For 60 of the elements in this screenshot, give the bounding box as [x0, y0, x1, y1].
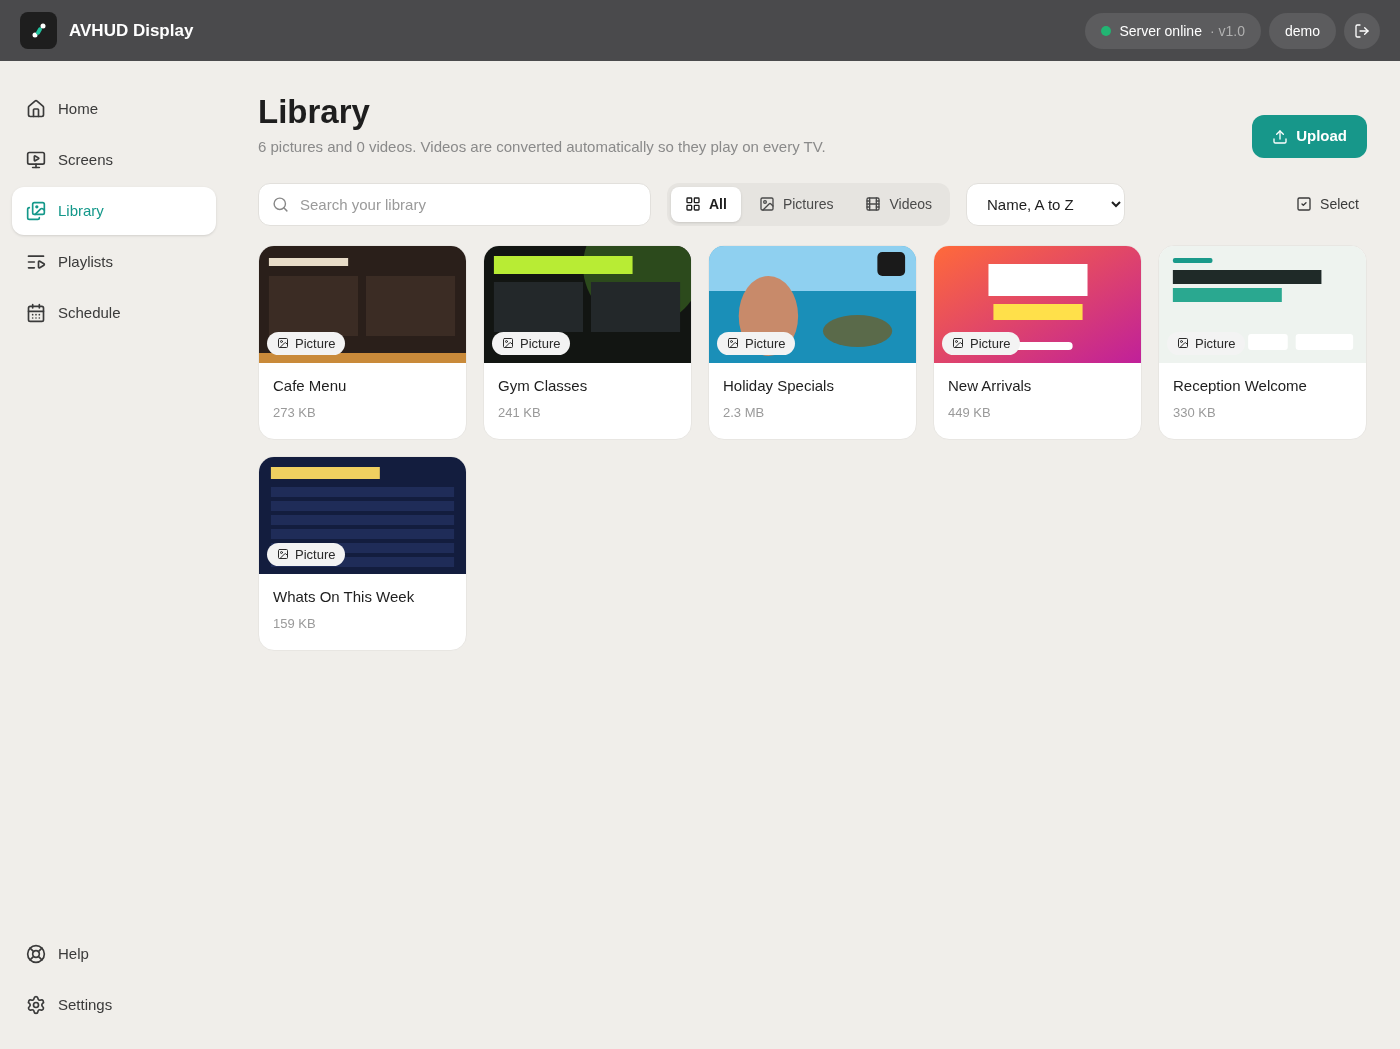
media-card[interactable]: Picture Cafe Menu 273 KB: [258, 244, 467, 440]
page-title: Library: [258, 92, 371, 132]
sidebar-item[interactable]: Library: [12, 187, 216, 235]
images-icon: [26, 201, 46, 221]
media-card[interactable]: Picture Reception Welcome 330 KB: [1158, 244, 1367, 440]
filter-tab[interactable]: Pictures: [744, 186, 848, 222]
monitor-icon: [26, 150, 46, 170]
upload-button[interactable]: Upload: [1252, 115, 1367, 158]
sidebar-item[interactable]: Playlists: [12, 238, 216, 286]
user-button[interactable]: demo: [1268, 12, 1336, 49]
media-card[interactable]: Picture Whats On This Week 159 KB: [258, 455, 467, 651]
sidebar-item[interactable]: Help: [12, 930, 216, 978]
media-card[interactable]: Picture Gym Classes 241 KB: [483, 244, 692, 440]
card-title: Whats On This Week: [273, 586, 416, 607]
logout-button[interactable]: [1344, 12, 1380, 49]
file-size: 2.3 MB: [723, 404, 766, 423]
filter-tab[interactable]: Videos: [851, 186, 947, 222]
settings-icon: [26, 995, 46, 1015]
file-size: 159 KB: [273, 615, 317, 634]
card-title: Cafe Menu: [273, 375, 348, 396]
filter-tab[interactable]: All: [671, 186, 741, 222]
image-icon: [952, 337, 964, 350]
film-icon: [865, 196, 882, 213]
search-field[interactable]: Search your library: [258, 182, 651, 226]
grid-icon: [685, 196, 701, 213]
card-title: Reception Welcome: [1173, 375, 1308, 396]
media-card[interactable]: Picture Holiday Specials 2.3 MB: [708, 244, 917, 440]
lifebuoy-icon: [26, 944, 46, 964]
card-title: Holiday Specials: [723, 375, 835, 396]
sidebar-item[interactable]: Screens: [12, 136, 216, 184]
image-icon: [277, 548, 289, 561]
status-text: Server online: [1119, 21, 1202, 41]
file-size: 273 KB: [273, 404, 317, 423]
logo-icon: [20, 12, 57, 49]
checkbox-icon: [1296, 196, 1313, 213]
sidebar-item[interactable]: Home: [12, 85, 216, 133]
card-title: New Arrivals: [948, 375, 1033, 396]
page-subtitle: 6 pictures and 0 videos. Videos are converted automatically so they play on every TV.: [258, 137, 826, 158]
list-icon: [26, 252, 46, 272]
search-icon: [272, 195, 289, 213]
image-icon: [1177, 337, 1189, 350]
image-icon: [277, 337, 289, 350]
logout-icon: [1354, 22, 1370, 39]
image-icon: [502, 337, 514, 350]
calendar-icon: [26, 303, 46, 323]
select-button[interactable]: Select: [1296, 186, 1359, 223]
file-size: 449 KB: [948, 404, 992, 423]
version-text: · v1.0: [1209, 21, 1245, 41]
image-icon: [758, 196, 775, 213]
home-icon: [26, 99, 46, 119]
upload-icon: [1272, 128, 1289, 145]
file-size: 241 KB: [498, 404, 542, 423]
sidebar-item[interactable]: Schedule: [12, 289, 216, 337]
image-icon: [727, 337, 739, 350]
app-title: AVHUD Display: [69, 19, 194, 42]
card-title: Gym Classes: [498, 375, 589, 396]
file-size: 330 KB: [1173, 404, 1217, 423]
sort-dropdown[interactable]: Name, A to Z: [966, 182, 1126, 226]
media-card[interactable]: Picture New Arrivals 449 KB: [933, 244, 1142, 440]
sidebar-item[interactable]: Settings: [12, 981, 216, 1029]
